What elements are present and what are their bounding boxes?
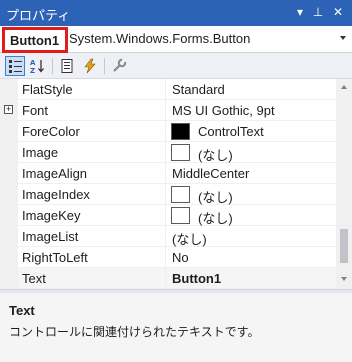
property-value[interactable]: No [172, 250, 189, 265]
property-row-imageindex[interactable]: ImageIndex (なし) [0, 184, 336, 205]
property-name: Font [22, 103, 49, 118]
toolbar-separator [52, 58, 53, 74]
property-row-righttoleft[interactable]: RightToLeft No [0, 247, 336, 268]
property-name: ForeColor [22, 124, 80, 139]
description-text: コントロールに関連付けられたテキストです。 [9, 325, 260, 339]
object-type: System.Windows.Forms.Button [69, 31, 251, 46]
row-gutter: + [0, 100, 18, 121]
alphabetical-button[interactable]: A Z [28, 56, 48, 76]
pin-button[interactable]: ⊥ [310, 4, 326, 20]
events-icon [84, 58, 96, 74]
property-row-forecolor[interactable]: ForeColor ControlText [0, 121, 336, 142]
column-divider [165, 226, 166, 247]
property-row-imagelist[interactable]: ImageList (なし) [0, 226, 336, 247]
toolbar: A Z [0, 53, 352, 79]
object-name: Button1 [2, 27, 68, 53]
property-name: ImageList [22, 229, 79, 244]
column-divider [165, 184, 166, 205]
property-name: RightToLeft [22, 250, 88, 265]
property-name: ImageAlign [22, 166, 88, 181]
property-value[interactable]: Button1 [172, 271, 221, 286]
color-swatch [171, 123, 190, 140]
alphabetical-icon: A Z [30, 59, 44, 74]
expand-icon[interactable]: + [4, 105, 13, 114]
properties-icon [61, 59, 73, 73]
property-name: FlatStyle [22, 82, 73, 97]
column-divider [165, 79, 166, 100]
column-divider [165, 247, 166, 268]
property-name: ImageIndex [22, 187, 90, 202]
description-title: Text [9, 303, 35, 318]
property-value[interactable]: (なし) [198, 145, 233, 164]
property-row-flatstyle[interactable]: FlatStyle Standard [0, 79, 336, 100]
image-preview [171, 144, 190, 161]
column-divider [165, 121, 166, 142]
row-gutter [0, 79, 18, 100]
property-row-text[interactable]: Text Button1 [0, 268, 336, 289]
column-divider [165, 142, 166, 163]
title-bar: プロパティ ▾ ⊥ ✕ [0, 0, 352, 26]
categorized-icon [9, 60, 22, 73]
property-name: ImageKey [22, 208, 81, 223]
property-pages-button[interactable] [109, 56, 129, 76]
scroll-up-icon[interactable] [341, 85, 347, 89]
property-row-image[interactable]: Image (なし) [0, 142, 336, 163]
property-pages-icon [113, 58, 127, 72]
column-divider [165, 100, 166, 121]
column-divider [165, 163, 166, 184]
description-pane: Text コントロールに関連付けられたテキストです。 [0, 293, 352, 362]
close-button[interactable]: ✕ [330, 4, 346, 20]
property-value[interactable]: (なし) [172, 229, 207, 248]
property-value[interactable]: ControlText [198, 124, 264, 139]
property-value[interactable]: (なし) [198, 208, 233, 227]
row-gutter [0, 184, 18, 205]
categorized-button[interactable] [5, 56, 25, 76]
window-title: プロパティ [6, 8, 71, 23]
property-value[interactable]: MiddleCenter [172, 166, 249, 181]
row-gutter [0, 142, 18, 163]
scrollbar-thumb[interactable] [340, 229, 348, 263]
scroll-down-icon[interactable] [341, 277, 347, 281]
property-value[interactable]: (なし) [198, 187, 233, 206]
property-name: Text [22, 271, 46, 286]
row-gutter [0, 121, 18, 142]
row-gutter [0, 205, 18, 226]
property-row-imagekey[interactable]: ImageKey (なし) [0, 205, 336, 226]
chevron-down-icon[interactable] [340, 36, 346, 40]
properties-button[interactable] [57, 56, 77, 76]
property-row-font[interactable]: + Font MS UI Gothic, 9pt [0, 100, 336, 121]
property-value[interactable]: Standard [172, 82, 225, 97]
property-row-imagealign[interactable]: ImageAlign MiddleCenter [0, 163, 336, 184]
row-gutter [0, 226, 18, 247]
svg-text:A: A [30, 59, 36, 67]
column-divider [165, 268, 166, 289]
object-selector[interactable]: Button1 System.Windows.Forms.Button [0, 26, 352, 53]
image-preview [171, 186, 190, 203]
row-gutter [0, 163, 18, 184]
events-button[interactable] [80, 56, 100, 76]
column-divider [165, 205, 166, 226]
svg-text:Z: Z [30, 67, 35, 74]
window-dropdown-button[interactable]: ▾ [292, 4, 308, 20]
row-gutter [0, 268, 18, 289]
property-grid: FlatStyle Standard + Font MS UI Gothic, … [0, 79, 336, 289]
vertical-scrollbar[interactable] [336, 79, 352, 289]
toolbar-separator [104, 58, 105, 74]
property-name: Image [22, 145, 59, 160]
property-value[interactable]: MS UI Gothic, 9pt [172, 103, 275, 118]
row-gutter [0, 247, 18, 268]
image-preview [171, 207, 190, 224]
